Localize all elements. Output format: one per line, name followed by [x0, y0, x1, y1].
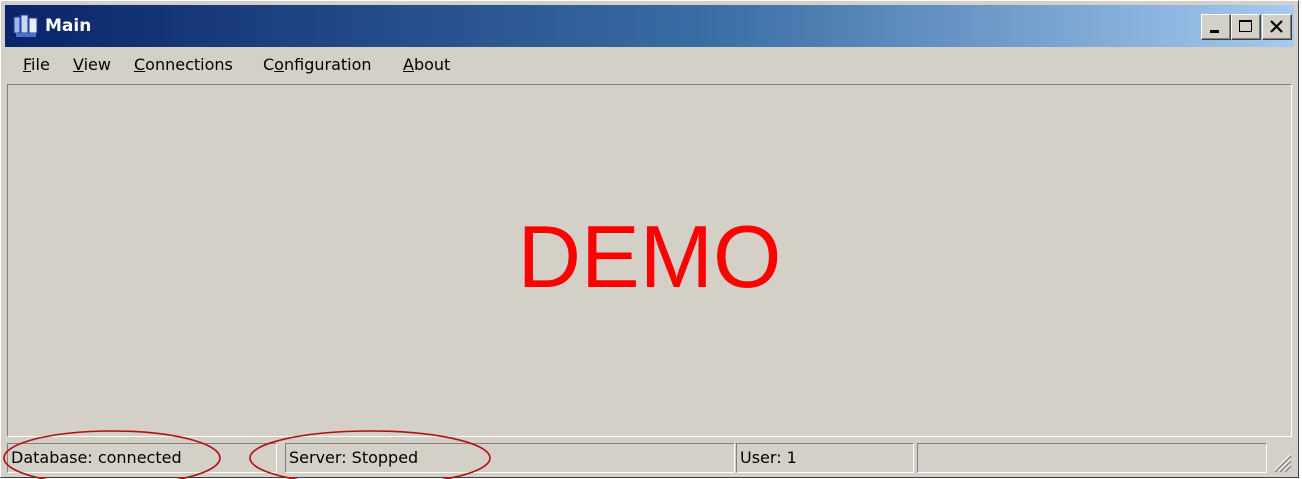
main-content-area: DEMO	[7, 84, 1292, 437]
maximize-icon	[1239, 20, 1252, 32]
minimize-icon	[1210, 30, 1219, 33]
menu-view[interactable]: View	[73, 54, 111, 76]
resize-grip-icon[interactable]	[1268, 449, 1292, 473]
menu-about[interactable]: About	[403, 54, 450, 76]
menu-file[interactable]: File	[23, 54, 50, 76]
window-title: Main	[45, 16, 92, 36]
minimize-button[interactable]	[1201, 14, 1231, 40]
menu-configuration[interactable]: Configuration	[263, 54, 372, 76]
close-button[interactable]	[1262, 14, 1292, 40]
menu-bar: File View Connections Configuration Abou…	[5, 49, 1294, 81]
status-server: Server: Stopped	[285, 443, 735, 473]
title-bar[interactable]: Main	[5, 5, 1294, 47]
demo-watermark: DEMO	[517, 207, 782, 306]
status-bar: Database: connected Server: Stopped User…	[5, 441, 1294, 475]
status-extra	[917, 443, 1267, 473]
main-window: Main File View Connections Configuration…	[0, 0, 1299, 478]
status-user: User: 1	[736, 443, 914, 473]
status-database: Database: connected	[7, 443, 277, 473]
menu-connections[interactable]: Connections	[134, 54, 233, 76]
maximize-button[interactable]	[1231, 14, 1261, 40]
close-icon	[1270, 20, 1283, 33]
app-icon	[13, 14, 38, 37]
